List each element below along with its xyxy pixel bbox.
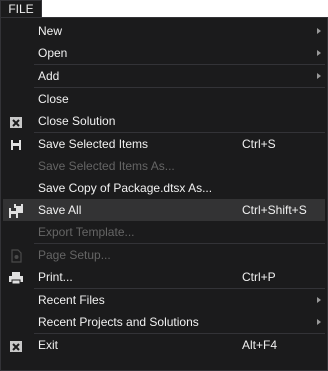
menu-item-add[interactable]: Add xyxy=(3,65,325,87)
page-setup-icon xyxy=(9,248,23,263)
save-all-icon xyxy=(9,203,23,218)
submenu-arrow-icon xyxy=(317,319,321,325)
menu-item-recent-files[interactable]: Recent Files xyxy=(3,289,325,311)
shortcut-label: Ctrl+P xyxy=(242,270,276,284)
file-menu-window: FILE New Open Add Close Close Solution S… xyxy=(0,0,328,371)
submenu-arrow-icon xyxy=(317,73,321,79)
menu-item-label: Add xyxy=(38,69,60,83)
menu-item-label: Page Setup... xyxy=(38,248,111,262)
menu-item-print[interactable]: Print... Ctrl+P xyxy=(3,266,325,288)
menu-item-label: Exit xyxy=(38,338,59,352)
close-solution-icon xyxy=(9,114,23,128)
menu-item-label: Open xyxy=(38,46,68,60)
menu-item-label: Save Copy of Package.dtsx As... xyxy=(38,181,213,195)
submenu-arrow-icon xyxy=(317,50,321,56)
exit-icon xyxy=(9,338,23,352)
menu-item-label: Save Selected Items As... xyxy=(38,159,175,173)
menu-item-label: Close Solution xyxy=(38,114,116,128)
file-dropdown-menu: New Open Add Close Close Solution Save S… xyxy=(0,17,328,371)
menu-item-label: Export Template... xyxy=(38,225,135,239)
menu-item-save-selected[interactable]: Save Selected Items Ctrl+S xyxy=(3,133,325,155)
menu-item-close[interactable]: Close xyxy=(3,88,325,110)
menu-item-label: Save Selected Items xyxy=(38,137,149,151)
shortcut-label: Ctrl+S xyxy=(242,137,276,151)
menu-item-open[interactable]: Open xyxy=(3,42,325,64)
menu-item-label: Print... xyxy=(38,270,73,284)
menu-item-save-copy[interactable]: Save Copy of Package.dtsx As... xyxy=(3,177,325,199)
menu-item-label: Close xyxy=(38,92,69,106)
menu-item-close-solution[interactable]: Close Solution xyxy=(3,110,325,132)
printer-icon xyxy=(9,270,23,285)
menu-item-label: New xyxy=(38,24,63,38)
menu-item-page-setup: Page Setup... xyxy=(3,244,325,266)
menu-item-save-selected-as: Save Selected Items As... xyxy=(3,155,325,177)
menu-item-save-all[interactable]: Save All Ctrl+Shift+S xyxy=(3,199,325,221)
menu-item-label: Recent Files xyxy=(38,293,105,307)
menu-item-exit[interactable]: Exit Alt+F4 xyxy=(3,334,325,356)
menu-item-recent-projects[interactable]: Recent Projects and Solutions xyxy=(3,311,325,333)
menu-item-export-template: Export Template... xyxy=(3,221,325,243)
save-icon xyxy=(9,137,23,151)
shortcut-label: Alt+F4 xyxy=(242,338,278,352)
menu-item-label: Recent Projects and Solutions xyxy=(38,315,199,329)
menu-item-new[interactable]: New xyxy=(3,20,325,42)
submenu-arrow-icon xyxy=(317,28,321,34)
file-menu-tab[interactable]: FILE xyxy=(0,0,42,17)
submenu-arrow-icon xyxy=(317,297,321,303)
shortcut-label: Ctrl+Shift+S xyxy=(242,203,307,217)
menu-item-label: Save All xyxy=(38,203,82,217)
